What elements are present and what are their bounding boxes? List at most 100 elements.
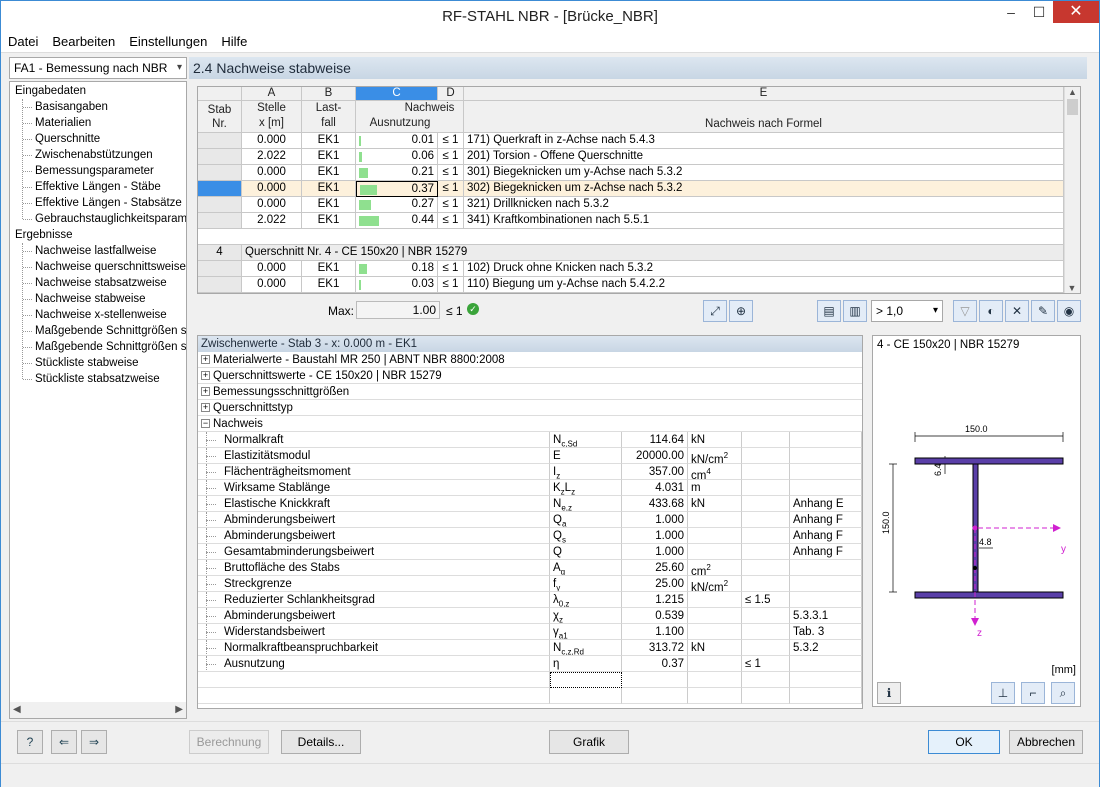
expand-icon[interactable]: + <box>201 355 210 364</box>
nav-item[interactable]: Maßgebende Schnittgrößen stabsatzweise <box>23 339 186 355</box>
nav-item[interactable]: Basisangaben <box>23 99 108 115</box>
maximize-button[interactable]: ☐ <box>1025 1 1053 23</box>
stelle-cell[interactable]: 0.000 <box>242 133 302 149</box>
row-header[interactable] <box>198 165 242 181</box>
stelle-cell[interactable]: 0.000 <box>242 277 302 293</box>
detail-row[interactable]: Elastizitätsmodul E 20000.00 kN/cm2 <box>198 448 862 464</box>
stelle-cell[interactable]: 0.000 <box>242 165 302 181</box>
table-row[interactable]: 0.000 EK1 0.21 ≤ 1 301) Biegeknicken um y-Ac… <box>198 165 1064 181</box>
lastfall-cell[interactable]: EK1 <box>302 197 356 213</box>
nav-item[interactable]: Querschnitte <box>22 131 100 147</box>
ausnutzung-cell[interactable]: 0.18 <box>356 261 438 277</box>
table-row[interactable]: 0.000 EK1 0.37 ≤ 1 302) Biegeknicken um z-Ac… <box>198 181 1064 197</box>
color-scale-button[interactable]: ◐ <box>979 300 1003 322</box>
excel-export-button[interactable]: ✕ <box>1005 300 1029 322</box>
row-header[interactable] <box>198 213 242 229</box>
row-header[interactable] <box>198 149 242 165</box>
menu-bearbeiten[interactable]: Bearbeiten <box>45 31 122 53</box>
menu-einstellungen[interactable]: Einstellungen <box>122 31 214 53</box>
nav-item[interactable]: Gebrauchstauglichkeitsparameter <box>23 211 186 227</box>
row-header[interactable] <box>198 133 242 149</box>
scroll-left-icon[interactable]: ◀ <box>13 704 21 715</box>
detail-row[interactable]: Wirksame Stablänge KzLz 4.031 m <box>198 480 862 496</box>
detail-row[interactable]: Streckgrenze fy 25.00 kN/cm2 <box>198 576 862 592</box>
nav-item[interactable]: Nachweise querschnittsweise <box>23 259 186 275</box>
collapse-icon[interactable]: − <box>201 419 210 428</box>
grafik-button[interactable]: Grafik <box>549 730 629 754</box>
formel-cell[interactable]: 341) Kraftkombinationen nach 5.5.1 <box>464 213 1064 229</box>
help-icon[interactable]: ? <box>17 730 43 754</box>
menu-hilfe[interactable]: Hilfe <box>214 31 254 53</box>
minimize-button[interactable]: – <box>997 1 1025 23</box>
pick-button[interactable]: ✎ <box>1031 300 1055 322</box>
nav-item[interactable]: Nachweise stabweise <box>23 291 146 307</box>
row-header[interactable] <box>198 197 242 213</box>
member-view-button[interactable]: ⊕ <box>729 300 753 322</box>
filter-icon[interactable]: ▽ <box>953 300 977 322</box>
previous-icon[interactable]: ⇐ <box>51 730 77 754</box>
detail-row[interactable]: Elastische Knickkraft Ne,z 433.68 kN Anhang … <box>198 496 862 512</box>
scroll-right-icon[interactable]: ▶ <box>175 704 183 715</box>
lastfall-cell[interactable]: EK1 <box>302 261 356 277</box>
info-icon[interactable]: ℹ <box>877 682 901 704</box>
lastfall-cell[interactable]: EK1 <box>302 277 356 293</box>
detail-row[interactable]: Abminderungsbeiwert Qs 1.000 Anhang F <box>198 528 862 544</box>
lastfall-cell[interactable]: EK1 <box>302 181 356 197</box>
table-row[interactable]: 0.000 EK1 0.27 ≤ 1 321) Drillknicken nach 5.… <box>198 197 1064 213</box>
formel-cell[interactable]: 301) Biegeknicken um y-Achse nach 5.3.2 <box>464 165 1064 181</box>
table-row[interactable]: 2.022 EK1 0.44 ≤ 1 341) Kraftkombinationen n… <box>198 213 1064 229</box>
ok-button[interactable]: OK <box>928 730 1000 754</box>
tree-group-3[interactable]: + Querschnittstyp <box>198 400 862 416</box>
expand-icon[interactable]: + <box>201 371 210 380</box>
menu-datei[interactable]: Datei <box>1 31 45 53</box>
stelle-cell[interactable]: 0.000 <box>242 181 302 197</box>
berechnung-button[interactable]: Berechnung <box>189 730 269 754</box>
detail-row[interactable]: Widerstandsbeiwert γa1 1.100 Tab. 3 <box>198 624 862 640</box>
lastfall-cell[interactable]: EK1 <box>302 133 356 149</box>
tree-group-1[interactable]: + Querschnittswerte - CE 150x20 | NBR 152… <box>198 368 862 384</box>
formel-cell[interactable]: 302) Biegeknicken um z-Achse nach 5.3.2 <box>464 181 1064 197</box>
table-row[interactable]: 2.022 EK1 0.06 ≤ 1 201) Torsion - Offene Que… <box>198 149 1064 165</box>
ausnutzung-cell[interactable]: 0.37 <box>356 181 438 197</box>
nav-item[interactable]: Nachweise x-stellenweise <box>23 307 167 323</box>
group-row[interactable]: 4 Querschnitt Nr. 4 - CE 150x20 | NBR 152… <box>198 245 1064 261</box>
tree-group-2[interactable]: + Bemessungsschnittgrößen <box>198 384 862 400</box>
tree-group-0[interactable]: + Materialwerte - Baustahl MR 250 | ABNT … <box>198 352 862 368</box>
detail-row[interactable]: Abminderungsbeiwert χz 0.539 5.3.3.1 <box>198 608 862 624</box>
filter-select[interactable]: > 1,0 ▾ <box>871 300 943 322</box>
nav-horizontal-scrollbar[interactable]: ◀ ▶ <box>10 702 186 718</box>
nav-item[interactable]: Stückliste stabsatzweise <box>23 371 160 387</box>
diagram-button[interactable]: ▥ <box>843 300 867 322</box>
nav-item[interactable]: Nachweise stabsatzweise <box>23 275 167 291</box>
formel-cell[interactable]: 321) Drillknicken nach 5.3.2 <box>464 197 1064 213</box>
detail-row[interactable]: Reduzierter Schlankheitsgrad λ0,z 1.215 ≤ 1… <box>198 592 862 608</box>
detail-row[interactable]: Flächenträgheitsmoment Iz 357.00 cm4 <box>198 464 862 480</box>
row-header[interactable] <box>198 181 242 197</box>
stelle-cell[interactable]: 2.022 <box>242 149 302 165</box>
ausnutzung-cell[interactable]: 0.44 <box>356 213 438 229</box>
table-row[interactable]: 0.000 EK1 0.01 ≤ 1 171) Querkraft in z-Achse… <box>198 133 1064 149</box>
row-header[interactable] <box>198 261 242 277</box>
row-header[interactable] <box>198 277 242 293</box>
detail-row[interactable]: Ausnutzung η 0.37 ≤ 1 <box>198 656 862 672</box>
zoom-icon[interactable]: ⌕ <box>1051 682 1075 704</box>
detail-row[interactable]: Bruttofläche des Stabs Ag 25.60 cm2 <box>198 560 862 576</box>
formel-cell[interactable]: 110) Biegung um y-Achse nach 5.4.2.2 <box>464 277 1064 293</box>
formel-cell[interactable]: 102) Druck ohne Knicken nach 5.3.2 <box>464 261 1064 277</box>
lastfall-cell[interactable]: EK1 <box>302 165 356 181</box>
view-button[interactable]: ◉ <box>1057 300 1081 322</box>
nav-item[interactable]: Effektive Längen - Stabsätze <box>23 195 182 211</box>
nav-item[interactable]: Zwischenabstützungen <box>23 147 153 163</box>
nav-item[interactable]: Stückliste stabweise <box>23 355 139 371</box>
lastfall-cell[interactable]: EK1 <box>302 213 356 229</box>
nav-group-input[interactable]: Eingabedaten <box>15 83 86 99</box>
nav-item[interactable]: Bemessungsparameter <box>23 163 154 179</box>
nav-item[interactable]: Effektive Längen - Stäbe <box>23 179 161 195</box>
dimension-button[interactable]: ⊥ <box>991 682 1015 704</box>
ausnutzung-cell[interactable]: 0.01 <box>356 133 438 149</box>
stelle-cell[interactable]: 0.000 <box>242 261 302 277</box>
ausnutzung-cell[interactable]: 0.21 <box>356 165 438 181</box>
member-select-button[interactable]: ⤢ <box>703 300 727 322</box>
table-scrollbar[interactable]: ▲ ▼ <box>1064 87 1080 293</box>
abbrechen-button[interactable]: Abbrechen <box>1009 730 1083 754</box>
